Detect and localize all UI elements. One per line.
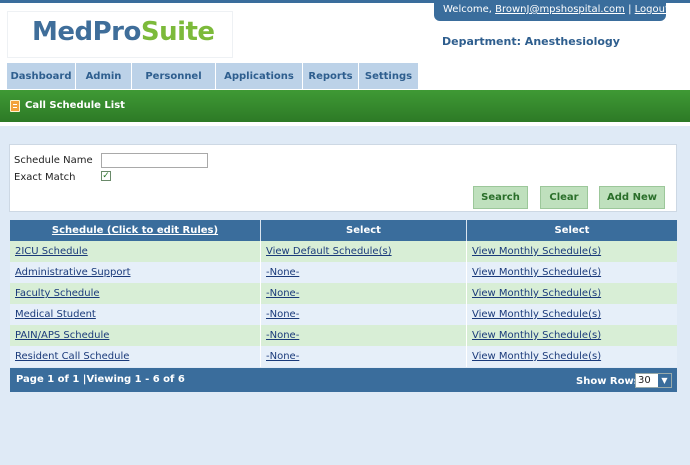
tab-personnel[interactable]: Personnel [132, 63, 216, 89]
view-monthly-link[interactable]: View Monthly Schedule(s) [472, 309, 601, 320]
view-monthly-link[interactable]: View Monthly Schedule(s) [472, 267, 601, 278]
page-title-bar: Call Schedule List [0, 90, 690, 122]
tab-settings[interactable]: Settings [359, 63, 419, 89]
view-monthly-link[interactable]: View Monthly Schedule(s) [472, 351, 601, 362]
view-default-link[interactable]: -None- [266, 309, 299, 320]
exact-match-label: Exact Match [14, 172, 76, 183]
sort-schedule-link[interactable]: Schedule (Click to edit Rules) [52, 225, 218, 236]
table-row: Resident Call Schedule -None- View Month… [10, 346, 677, 367]
view-default-link[interactable]: View Default Schedule(s) [266, 246, 392, 257]
table-row: Faculty Schedule -None- View Monthly Sch… [10, 283, 677, 304]
header-schedule: Schedule (Click to edit Rules) [10, 220, 261, 241]
header-select-default: Select [261, 220, 467, 241]
rows-per-page-select[interactable]: 30 ▼ [635, 373, 672, 388]
document-icon [10, 100, 20, 112]
department-label: Department: Anesthesiology [442, 35, 620, 48]
rows-per-page-value: 30 [638, 375, 651, 386]
table-header: Schedule (Click to edit Rules) Select Se… [10, 220, 677, 241]
table-row: 2ICU Schedule View Default Schedule(s) V… [10, 241, 677, 262]
view-default-link[interactable]: -None- [266, 351, 299, 362]
logo-text-suite: Suite [140, 17, 215, 47]
logo[interactable]: MedProSuite [32, 17, 215, 47]
view-default-link[interactable]: -None- [266, 267, 299, 278]
checkmark-icon: ✓ [102, 171, 110, 181]
schedule-name-link[interactable]: PAIN/APS Schedule [15, 330, 109, 341]
table-footer: Page 1 of 1 |Viewing 1 - 6 of 6 Show Row… [10, 368, 677, 392]
welcome-separator: | [628, 4, 632, 15]
chevron-down-icon[interactable]: ▼ [658, 374, 671, 387]
schedule-name-input[interactable] [101, 153, 208, 168]
search-button[interactable]: Search [473, 186, 528, 209]
schedule-name-link[interactable]: Resident Call Schedule [15, 351, 129, 362]
tab-admin[interactable]: Admin [76, 63, 132, 89]
show-rows-label: Show Rows [576, 376, 640, 387]
tab-reports[interactable]: Reports [303, 63, 359, 89]
header-select-monthly: Select [554, 225, 590, 236]
view-monthly-link[interactable]: View Monthly Schedule(s) [472, 288, 601, 299]
view-default-link[interactable]: -None- [266, 330, 299, 341]
schedule-name-link[interactable]: Administrative Support [15, 267, 131, 278]
main-nav: Dashboard Admin Personnel Applications R… [7, 63, 419, 89]
logo-text-medpro: MedPro [32, 17, 141, 47]
user-email-link[interactable]: BrownJ@mpshospital.com [495, 4, 625, 15]
welcome-text: Welcome, [443, 4, 492, 15]
table-row: Administrative Support -None- View Month… [10, 262, 677, 283]
exact-match-checkbox[interactable]: ✓ [101, 171, 111, 181]
view-monthly-link[interactable]: View Monthly Schedule(s) [472, 330, 601, 341]
welcome-bar: Welcome, BrownJ@mpshospital.com | Logout [434, 0, 669, 21]
tab-dashboard[interactable]: Dashboard [7, 63, 76, 89]
pager-info: Page 1 of 1 |Viewing 1 - 6 of 6 [16, 374, 185, 385]
table-row: PAIN/APS Schedule -None- View Monthly Sc… [10, 325, 677, 346]
logo-container: MedProSuite [7, 11, 233, 58]
add-new-button[interactable]: Add New [599, 186, 665, 209]
schedule-name-link[interactable]: 2ICU Schedule [15, 246, 88, 257]
page-title: Call Schedule List [25, 100, 125, 111]
tab-applications[interactable]: Applications [216, 63, 303, 89]
schedule-name-link[interactable]: Faculty Schedule [15, 288, 100, 299]
schedule-name-link[interactable]: Medical Student [15, 309, 96, 320]
view-default-link[interactable]: -None- [266, 288, 299, 299]
view-monthly-link[interactable]: View Monthly Schedule(s) [472, 246, 601, 257]
table-row: Medical Student -None- View Monthly Sche… [10, 304, 677, 325]
clear-button[interactable]: Clear [540, 186, 588, 209]
schedule-table: Schedule (Click to edit Rules) Select Se… [10, 220, 677, 367]
logout-link[interactable]: Logout [635, 4, 669, 15]
schedule-name-label: Schedule Name [14, 155, 93, 166]
